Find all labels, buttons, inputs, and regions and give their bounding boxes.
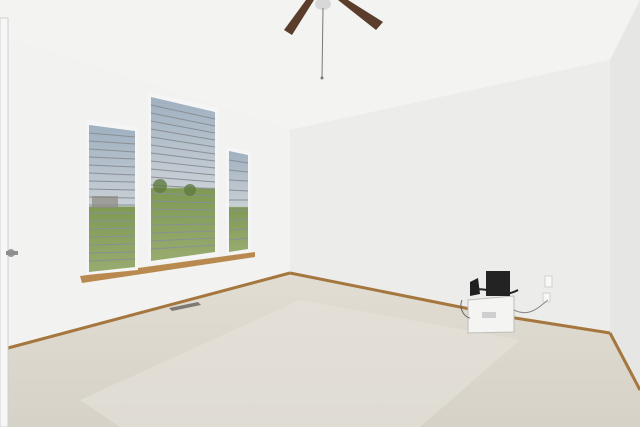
room-scene <box>0 0 640 427</box>
window-center <box>148 92 218 264</box>
door-edge <box>0 17 9 427</box>
right-wall <box>610 0 640 390</box>
electrical-outlet <box>544 275 553 288</box>
window-right <box>226 147 251 255</box>
window-left <box>86 120 138 275</box>
